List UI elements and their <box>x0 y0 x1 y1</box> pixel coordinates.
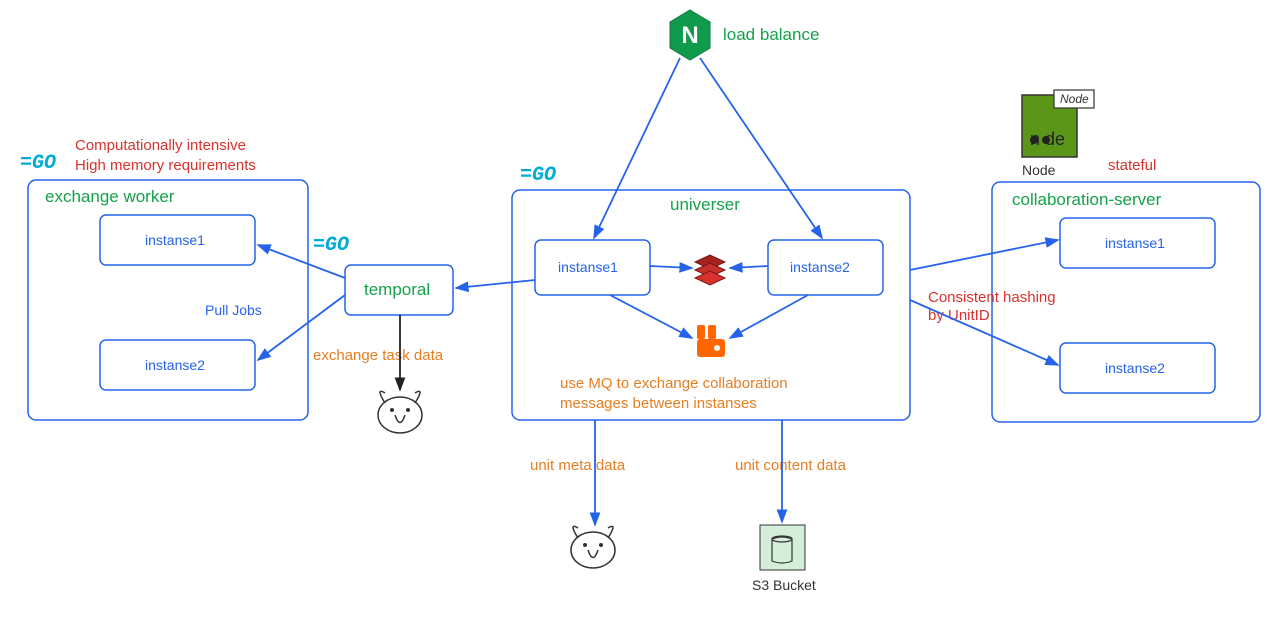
go-icon-3: =GO <box>520 164 556 187</box>
temporal-note: exchange task data <box>313 347 444 364</box>
collab-instance1-label: instanse1 <box>1105 235 1165 251</box>
hash-note-1: Consistent hashing <box>928 289 1056 306</box>
nginx-icon: N <box>670 10 710 60</box>
universer-title: universer <box>670 195 740 214</box>
mq-note-2: messages between instanses <box>560 395 757 412</box>
unit-meta-label: unit meta data <box>530 457 626 474</box>
exchange-worker-box <box>28 180 308 420</box>
exchange-worker-title: exchange worker <box>45 187 175 206</box>
postgres-icon-2 <box>571 526 615 568</box>
arrow-univ1-temp <box>456 280 535 288</box>
node-label: Node <box>1022 162 1056 178</box>
svg-text:N: N <box>681 22 698 49</box>
s3-bucket-icon <box>760 525 805 570</box>
arrow-nginx-inst1 <box>594 58 680 238</box>
exchange-note-2: High memory requirements <box>75 157 256 174</box>
arrow-univ-collab1 <box>910 240 1058 270</box>
rabbitmq-icon <box>697 325 725 357</box>
svg-text:Node: Node <box>1060 92 1089 106</box>
arrow-univ1-mq <box>610 295 692 338</box>
collab-instance2-label: instanse2 <box>1105 360 1165 376</box>
exchange-instance2-label: instanse2 <box>145 357 205 373</box>
exchange-instance1-label: instanse1 <box>145 232 205 248</box>
exchange-note-1: Computationally intensive <box>75 137 246 154</box>
universer-instance1-label: instanse1 <box>558 259 618 275</box>
collab-title: collaboration-server <box>1012 190 1162 209</box>
arrow-univ2-mq <box>730 295 808 338</box>
svg-text:n de: n de <box>1030 129 1065 149</box>
go-icon-2: =GO <box>313 234 349 257</box>
node-icon: Node n de <box>1022 90 1094 157</box>
pull-jobs-label: Pull Jobs <box>205 302 262 318</box>
go-icon: =GO <box>20 152 56 175</box>
universer-instance2-label: instanse2 <box>790 259 850 275</box>
temporal-title: temporal <box>364 280 430 299</box>
arrow-univ2-redis <box>730 266 768 268</box>
collab-stateful-note: stateful <box>1108 157 1156 174</box>
mq-note-1: use MQ to exchange collaboration <box>560 375 788 392</box>
redis-icon <box>695 255 725 285</box>
postgres-icon <box>378 391 422 433</box>
s3-label: S3 Bucket <box>752 577 816 593</box>
architecture-diagram: N load balance =GO Computationally inten… <box>0 0 1280 626</box>
nginx-label: load balance <box>723 25 819 44</box>
unit-content-label: unit content data <box>735 457 847 474</box>
arrow-univ1-redis <box>650 266 692 268</box>
